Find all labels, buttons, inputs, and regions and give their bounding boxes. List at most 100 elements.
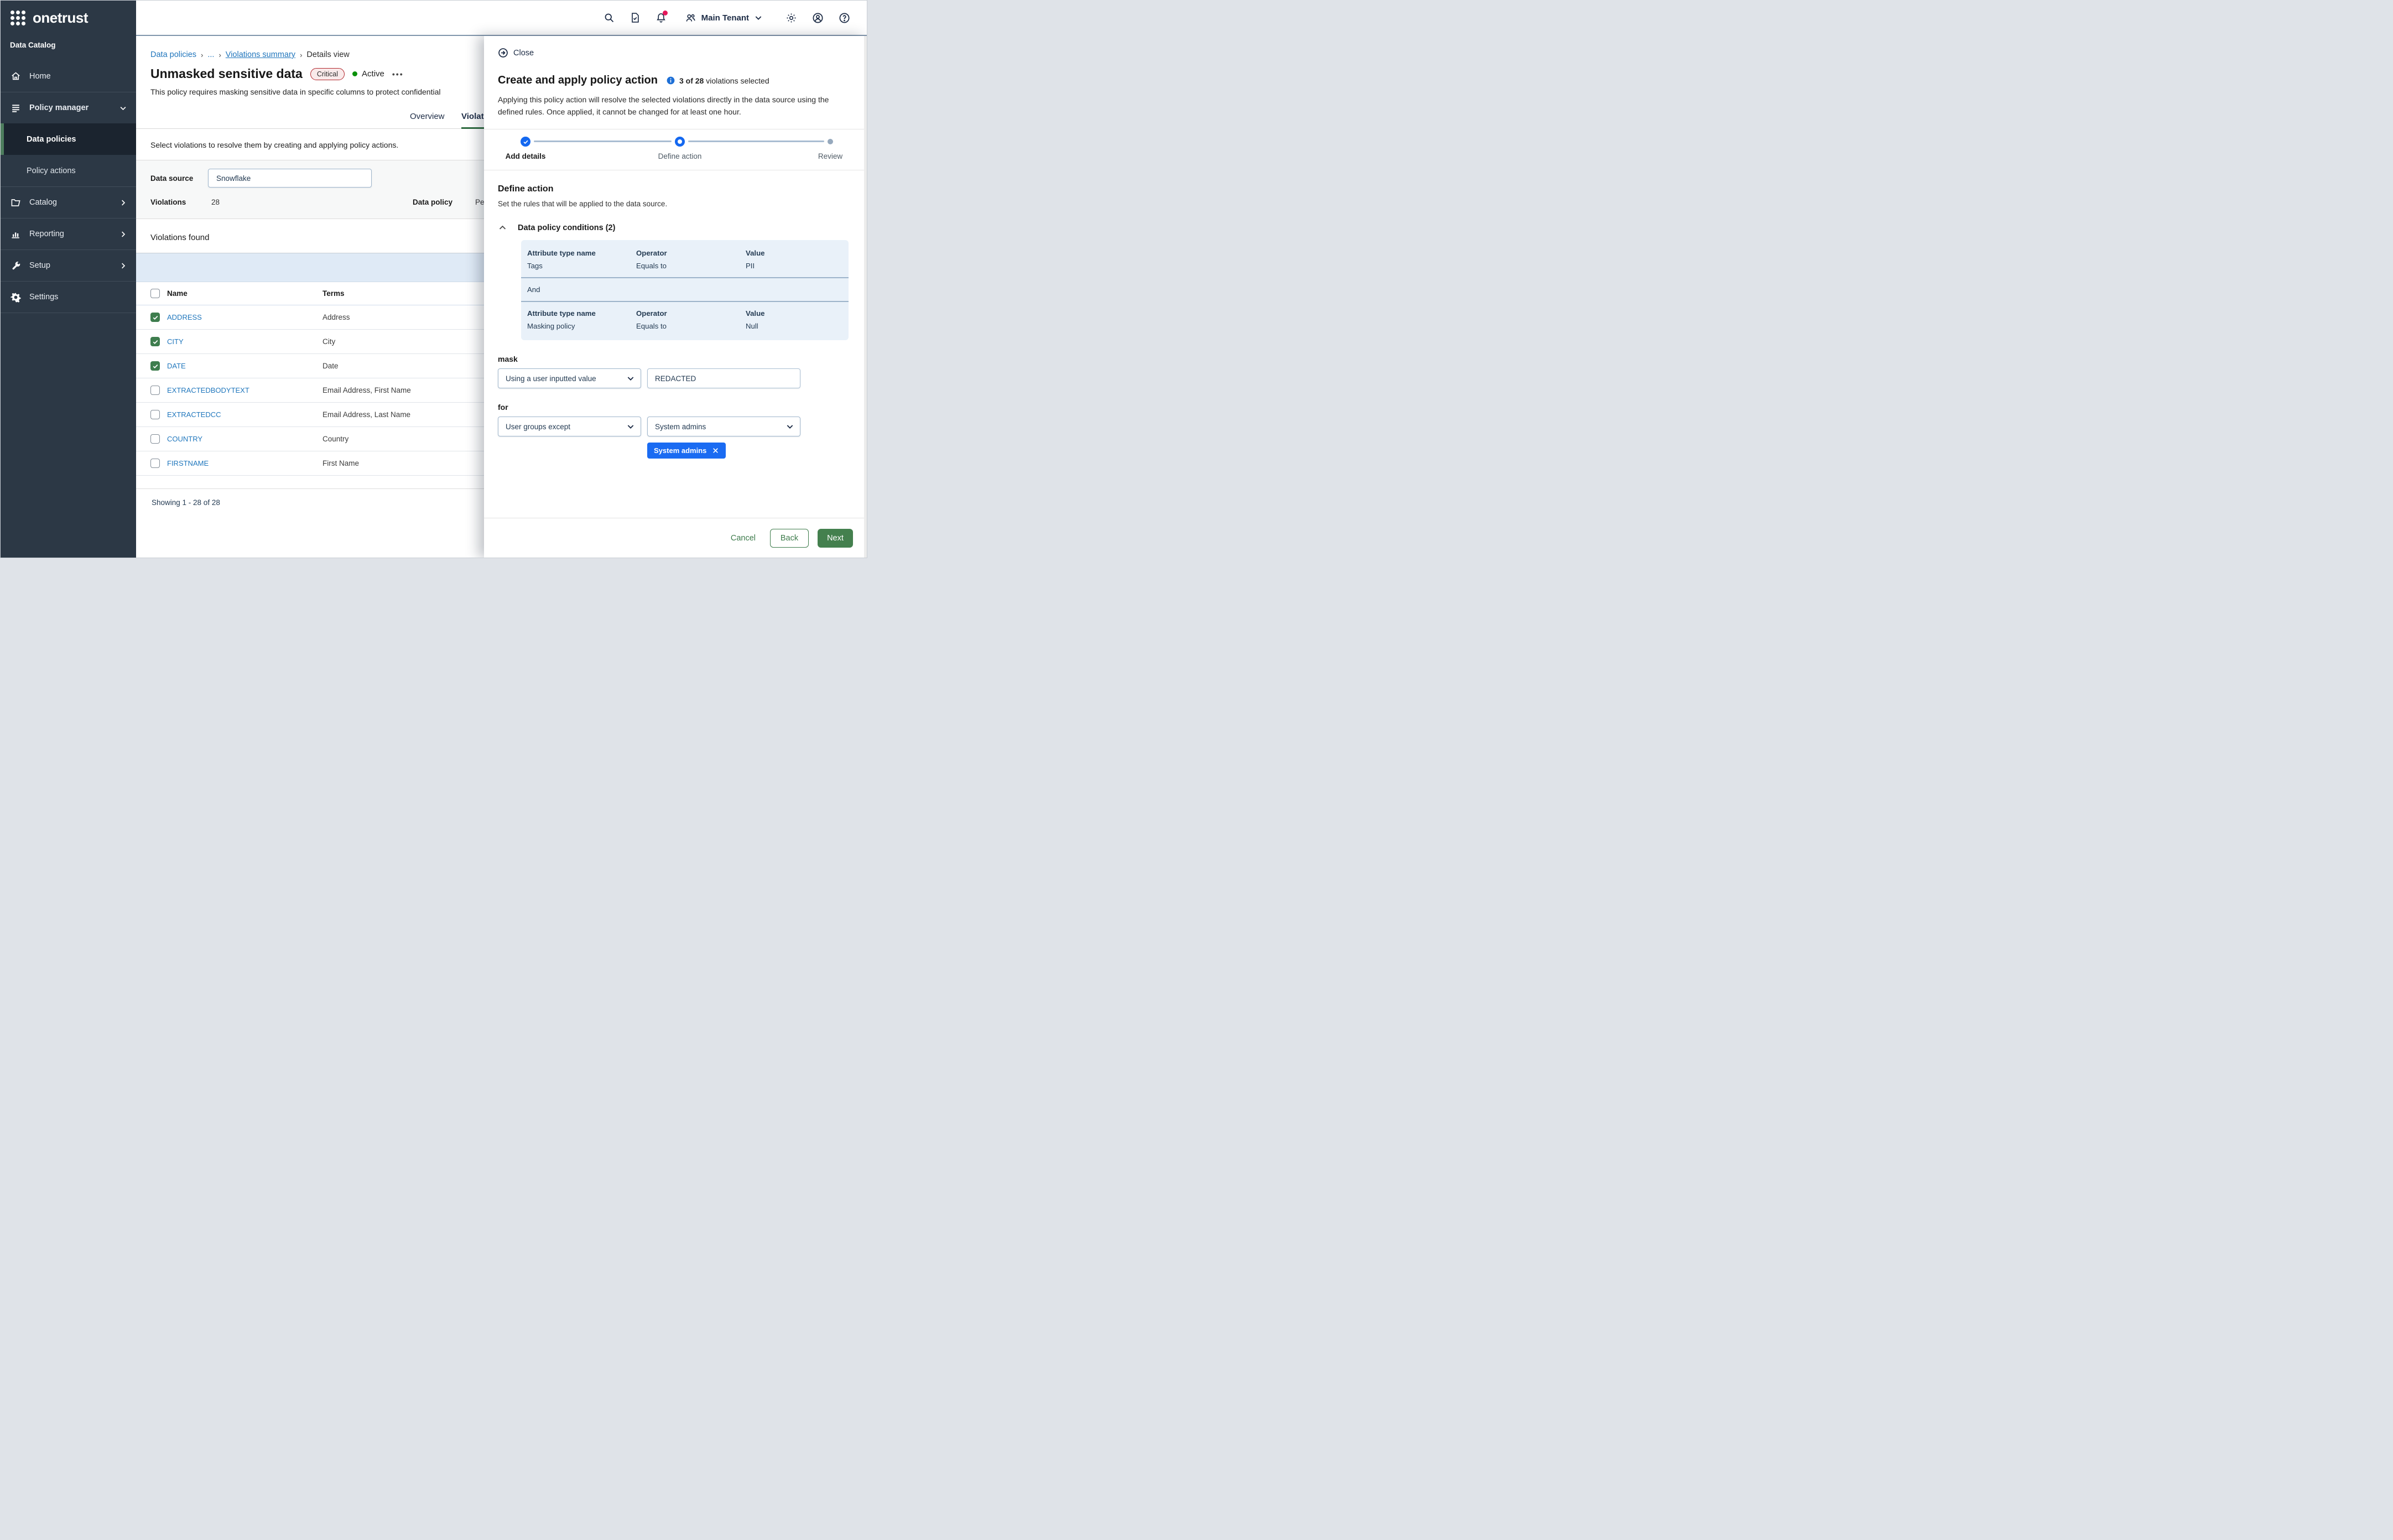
- app-window: onetrust Data Catalog Home Policy manage…: [0, 0, 867, 558]
- define-action-title: Define action: [498, 184, 840, 194]
- tenant-switcher[interactable]: Main Tenant: [685, 12, 763, 24]
- violation-name-link[interactable]: FIRSTNAME: [167, 459, 209, 467]
- next-button[interactable]: Next: [818, 529, 853, 548]
- violations-count-value: 28: [211, 198, 220, 206]
- sidebar: onetrust Data Catalog Home Policy manage…: [1, 1, 136, 558]
- check-icon: [152, 339, 159, 345]
- condition-connector: And: [521, 285, 849, 294]
- violation-name-link[interactable]: COUNTRY: [167, 435, 202, 443]
- sidebar-item-policy-actions[interactable]: Policy actions: [1, 155, 136, 186]
- violation-name-link[interactable]: ADDRESS: [167, 313, 202, 321]
- settings-gear-icon[interactable]: [785, 12, 797, 24]
- condition-attribute: Tags: [527, 262, 636, 270]
- sidebar-item-policy-manager[interactable]: Policy manager: [1, 92, 136, 123]
- onetrust-dots-logo-icon: [11, 11, 25, 25]
- sidebar-item-label: Reporting: [29, 230, 64, 238]
- sidebar-item-reporting[interactable]: Reporting: [1, 218, 136, 249]
- list-icon: [11, 103, 21, 113]
- for-groups-select[interactable]: System admins: [647, 417, 800, 436]
- breadcrumb-violations-summary[interactable]: Violations summary: [226, 50, 295, 59]
- more-actions-button[interactable]: •••: [392, 70, 404, 79]
- chevron-right-icon: [119, 199, 127, 207]
- notifications-bell-icon[interactable]: [656, 12, 667, 23]
- chevron-down-icon: [626, 374, 635, 383]
- for-method-select[interactable]: User groups except: [498, 417, 641, 436]
- row-checkbox[interactable]: [150, 313, 160, 322]
- chip-label: System admins: [654, 446, 706, 455]
- mask-method-select[interactable]: Using a user inputted value: [498, 368, 641, 388]
- close-button[interactable]: Close: [498, 48, 534, 58]
- remove-chip-icon[interactable]: [712, 447, 719, 454]
- stepper-connector: [688, 141, 824, 142]
- sidebar-item-label: Policy actions: [27, 167, 76, 175]
- back-button[interactable]: Back: [770, 529, 809, 548]
- select-all-checkbox[interactable]: [150, 289, 160, 298]
- help-icon[interactable]: [839, 12, 850, 24]
- sidebar-item-setup[interactable]: Setup: [1, 249, 136, 281]
- breadcrumb-data-policies[interactable]: Data policies: [150, 50, 196, 59]
- chevron-right-icon: [119, 262, 127, 270]
- check-icon: [523, 139, 529, 145]
- create-policy-action-panel: Close Create and apply policy action 3 o…: [484, 36, 867, 558]
- sidebar-item-settings[interactable]: Settings: [1, 281, 136, 313]
- row-checkbox[interactable]: [150, 361, 160, 371]
- define-action-subtitle: Set the rules that will be applied to th…: [498, 200, 840, 208]
- status-badge: Active: [352, 69, 384, 79]
- panel-title: Create and apply policy action: [498, 74, 658, 87]
- violation-name-link[interactable]: DATE: [167, 362, 186, 370]
- step-add-details-icon: [521, 137, 530, 147]
- row-checkbox[interactable]: [150, 434, 160, 444]
- account-icon[interactable]: [812, 12, 824, 24]
- conditions-title: Data policy conditions (2): [518, 223, 615, 232]
- condition-col-value: Value: [746, 309, 849, 318]
- breadcrumb-separator: ›: [219, 51, 221, 59]
- mask-label: mask: [498, 355, 840, 363]
- selection-info: 3 of 28 violations selected: [667, 76, 769, 85]
- sidebar-item-label: Settings: [29, 293, 58, 301]
- chevron-up-icon: [498, 223, 507, 232]
- for-method-value: User groups except: [506, 423, 570, 431]
- row-checkbox[interactable]: [150, 337, 160, 346]
- sidebar-item-label: Home: [29, 72, 51, 81]
- chevron-down-icon: [626, 422, 635, 431]
- condition-col-operator: Operator: [636, 309, 746, 318]
- selected-group-chip: System admins: [647, 443, 726, 459]
- check-icon: [152, 314, 159, 321]
- search-icon[interactable]: [604, 12, 615, 23]
- violation-name-link[interactable]: EXTRACTEDCC: [167, 410, 221, 419]
- cancel-button[interactable]: Cancel: [725, 529, 761, 547]
- row-checkbox[interactable]: [150, 410, 160, 419]
- mask-value-input[interactable]: REDACTED: [647, 368, 800, 388]
- chevron-right-icon: [119, 230, 127, 238]
- sidebar-item-data-policies[interactable]: Data policies: [1, 123, 136, 155]
- step-define-action-icon: [675, 137, 685, 147]
- condition-operator: Equals to: [636, 262, 746, 270]
- tab-overview[interactable]: Overview: [410, 112, 445, 128]
- violation-name-link[interactable]: CITY: [167, 337, 184, 346]
- window-scrollbar[interactable]: [864, 36, 867, 558]
- sidebar-item-catalog[interactable]: Catalog: [1, 186, 136, 218]
- violations-count-label: Violations: [150, 198, 186, 206]
- row-checkbox[interactable]: [150, 386, 160, 395]
- column-header-name: Name: [167, 289, 322, 298]
- arrow-right-circle-icon: [498, 48, 508, 58]
- panel-description: Applying this policy action will resolve…: [498, 94, 844, 118]
- conditions-toggle[interactable]: Data policy conditions (2): [498, 223, 615, 232]
- violation-name-link[interactable]: EXTRACTEDBODYTEXT: [167, 386, 249, 394]
- condition-attribute: Masking policy: [527, 322, 636, 330]
- bar-chart-icon: [11, 229, 21, 240]
- for-label: for: [498, 403, 840, 412]
- folder-icon: [11, 197, 21, 208]
- sidebar-item-home[interactable]: Home: [1, 60, 136, 92]
- breadcrumb-ellipsis[interactable]: ...: [207, 50, 214, 59]
- chevron-down-icon: [754, 13, 763, 22]
- check-icon: [152, 363, 159, 370]
- tenant-label: Main Tenant: [701, 13, 749, 23]
- data-source-input[interactable]: Snowflake: [208, 169, 372, 188]
- wrench-icon: [11, 261, 21, 271]
- condition-value: Null: [746, 322, 849, 330]
- document-check-icon[interactable]: [630, 12, 641, 23]
- data-policy-label: Data policy: [413, 198, 452, 206]
- row-checkbox[interactable]: [150, 459, 160, 468]
- condition-col-value: Value: [746, 249, 849, 257]
